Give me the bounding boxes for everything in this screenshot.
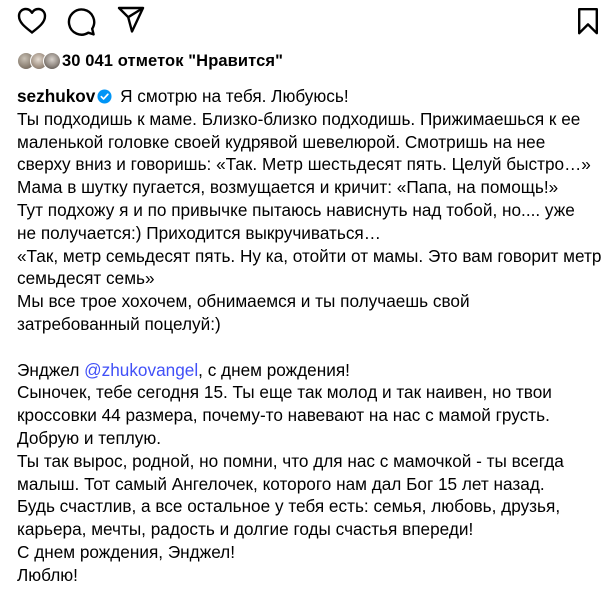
caption-line: Ты так вырос, родной, но помни, что для …: [17, 450, 564, 471]
author-username[interactable]: sezhukov: [17, 86, 95, 106]
caption-line: маленькой головке своей кудрявой шевелюр…: [17, 131, 546, 152]
caption-line: карьера, мечты, радость и долгие годы сч…: [17, 519, 474, 540]
post-caption: sezhukov Я смотрю на тебя. Любуюсь! Ты п…: [17, 85, 603, 587]
caption-line: «Так, метр семьдесят пять. Ну ка, отойти…: [17, 245, 602, 266]
caption-text: Я смотрю на тебя. Любуюсь!: [115, 86, 349, 106]
caption-line: кроссовки 44 размера, почему-то навевают…: [17, 405, 550, 426]
caption-greeting-line: Энджел @zhukovangel, с днем рождения!: [17, 359, 603, 382]
caption-line: Сыночек, тебе сегодня 15. Ты еще так мол…: [17, 382, 552, 403]
post-action-bar: [0, 0, 612, 40]
caption-line: Будь счастлив, а все остальное у тебя ес…: [17, 496, 561, 517]
caption-line: малыш. Тот самый Ангелочек, которого нам…: [17, 473, 545, 494]
caption-line: Ты подходишь к маме. Близко-близко подхо…: [17, 108, 581, 129]
caption-line: Добрую и теплую.: [17, 427, 162, 448]
avatar: [43, 52, 61, 70]
caption-line: Мы все трое хохочем, обнимаемся и ты пол…: [17, 291, 470, 312]
likes-summary[interactable]: 30 041 отметок "Нравится": [17, 51, 283, 71]
caption-first-line: sezhukov Я смотрю на тебя. Любуюсь!: [17, 85, 603, 108]
likes-count[interactable]: 30 041 отметок "Нравится": [62, 52, 283, 71]
caption-line: Люблю!: [17, 564, 78, 585]
caption-line: Тут подхожу я и по привычке пытаюсь нави…: [17, 199, 575, 220]
heart-outline-icon[interactable]: [17, 7, 47, 34]
caption-line: Мама в шутку пугается, возмущается и кри…: [17, 177, 559, 198]
caption-line: затребованный поцелуй:): [17, 313, 221, 334]
caption-text: , с днем рождения!: [198, 359, 350, 380]
liker-avatars: [17, 52, 61, 70]
speech-bubble-icon[interactable]: [66, 7, 96, 37]
bookmark-icon[interactable]: [576, 7, 600, 35]
caption-line: семьдесят семь»: [17, 268, 155, 289]
caption-line: С днем рождения, Энджел!: [17, 541, 235, 562]
paper-plane-icon[interactable]: [117, 6, 145, 34]
caption-line: не получается:) Приходится выкручиваться…: [17, 222, 381, 243]
user-mention-link[interactable]: @zhukovangel: [84, 360, 198, 380]
caption-text: Энджел: [17, 359, 85, 380]
caption-line: сверху вниз и говоришь: «Так. Метр шесть…: [17, 154, 591, 175]
verified-badge-icon: [97, 89, 112, 104]
